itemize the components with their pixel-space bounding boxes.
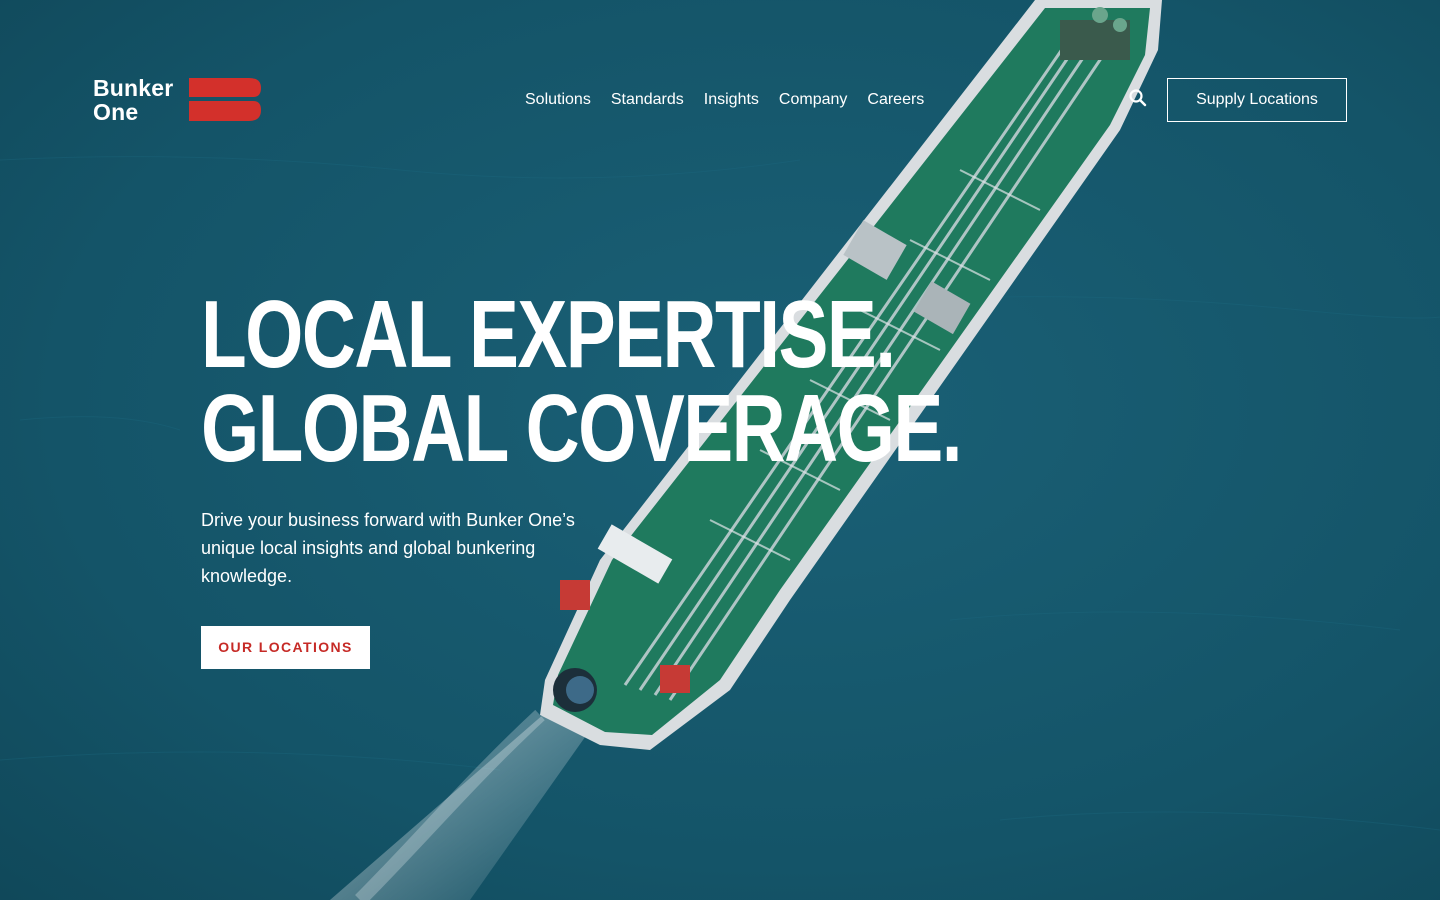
our-locations-button[interactable]: OUR LOCATIONS [201, 626, 370, 669]
bunker-one-stripes-logo-icon [189, 78, 261, 121]
brand-name-line1: Bunker [93, 75, 174, 101]
brand-logo[interactable]: Bunker One [93, 76, 263, 126]
search-icon[interactable] [1128, 88, 1148, 108]
hero-section: LOCAL EXPERTISE. GLOBAL COVERAGE. Drive … [201, 281, 963, 669]
brand-wordmark: Bunker One [93, 76, 188, 124]
supply-locations-button[interactable]: Supply Locations [1167, 78, 1347, 122]
nav-item-standards[interactable]: Standards [611, 86, 684, 114]
main-navigation: Solutions Standards Insights Company Car… [525, 86, 944, 114]
brand-name-line2: One [93, 99, 139, 125]
nav-item-company[interactable]: Company [779, 86, 847, 114]
site-header: Bunker One Solutions Standards Insights … [0, 0, 1440, 200]
nav-item-insights[interactable]: Insights [704, 86, 759, 114]
hero-title-line2: GLOBAL COVERAGE. [201, 375, 963, 482]
nav-item-careers[interactable]: Careers [867, 86, 924, 114]
hero-title-line1: LOCAL EXPERTISE. [201, 281, 896, 388]
hero-title: LOCAL EXPERTISE. GLOBAL COVERAGE. [201, 281, 963, 482]
hero-subtitle: Drive your business forward with Bunker … [201, 510, 575, 586]
nav-item-solutions[interactable]: Solutions [525, 86, 591, 114]
